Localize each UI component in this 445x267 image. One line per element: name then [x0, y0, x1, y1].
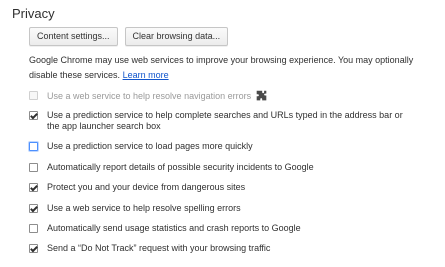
checkbox-security-incidents[interactable] [29, 163, 38, 172]
option-do-not-track[interactable]: Send a “Do Not Track” request with your … [29, 243, 417, 254]
privacy-section-title: Privacy [12, 6, 55, 21]
checkbox-usage-statistics[interactable] [29, 224, 38, 233]
option-usage-statistics[interactable]: Automatically send usage statistics and … [29, 223, 417, 234]
puzzle-piece-icon[interactable] [256, 90, 267, 101]
privacy-button-row: Content settings... Clear browsing data.… [29, 27, 229, 46]
option-spelling-errors[interactable]: Use a web service to help resolve spelli… [29, 203, 417, 214]
learn-more-link[interactable]: Learn more [123, 70, 169, 80]
option-load-pages-label: Use a prediction service to load pages m… [47, 141, 253, 151]
option-prediction-search-label: Use a prediction service to help complet… [47, 110, 403, 131]
option-prediction-search[interactable]: Use a prediction service to help complet… [29, 110, 417, 132]
content-settings-button[interactable]: Content settings... [29, 27, 118, 46]
option-dangerous-sites[interactable]: Protect you and your device from dangero… [29, 182, 417, 193]
privacy-description: Google Chrome may use web services to im… [29, 53, 435, 83]
option-navigation-errors: Use a web service to help resolve naviga… [29, 90, 417, 102]
checkbox-spelling-errors[interactable] [29, 204, 38, 213]
option-security-incidents-label: Automatically report details of possible… [47, 162, 314, 172]
clear-browsing-data-button[interactable]: Clear browsing data... [124, 27, 229, 46]
option-spelling-errors-label: Use a web service to help resolve spelli… [47, 203, 241, 213]
option-security-incidents[interactable]: Automatically report details of possible… [29, 162, 417, 173]
checkbox-prediction-search[interactable] [29, 111, 38, 120]
option-load-pages[interactable]: Use a prediction service to load pages m… [29, 141, 417, 152]
option-navigation-errors-label: Use a web service to help resolve naviga… [47, 91, 252, 101]
checkbox-dangerous-sites[interactable] [29, 183, 38, 192]
option-dangerous-sites-label: Protect you and your device from dangero… [47, 182, 246, 192]
checkbox-navigation-errors [29, 91, 38, 100]
checkbox-load-pages[interactable] [29, 142, 38, 151]
option-usage-statistics-label: Automatically send usage statistics and … [47, 223, 301, 233]
option-do-not-track-label: Send a “Do Not Track” request with your … [47, 243, 271, 253]
checkbox-do-not-track[interactable] [29, 244, 38, 253]
privacy-description-text: Google Chrome may use web services to im… [29, 55, 414, 80]
